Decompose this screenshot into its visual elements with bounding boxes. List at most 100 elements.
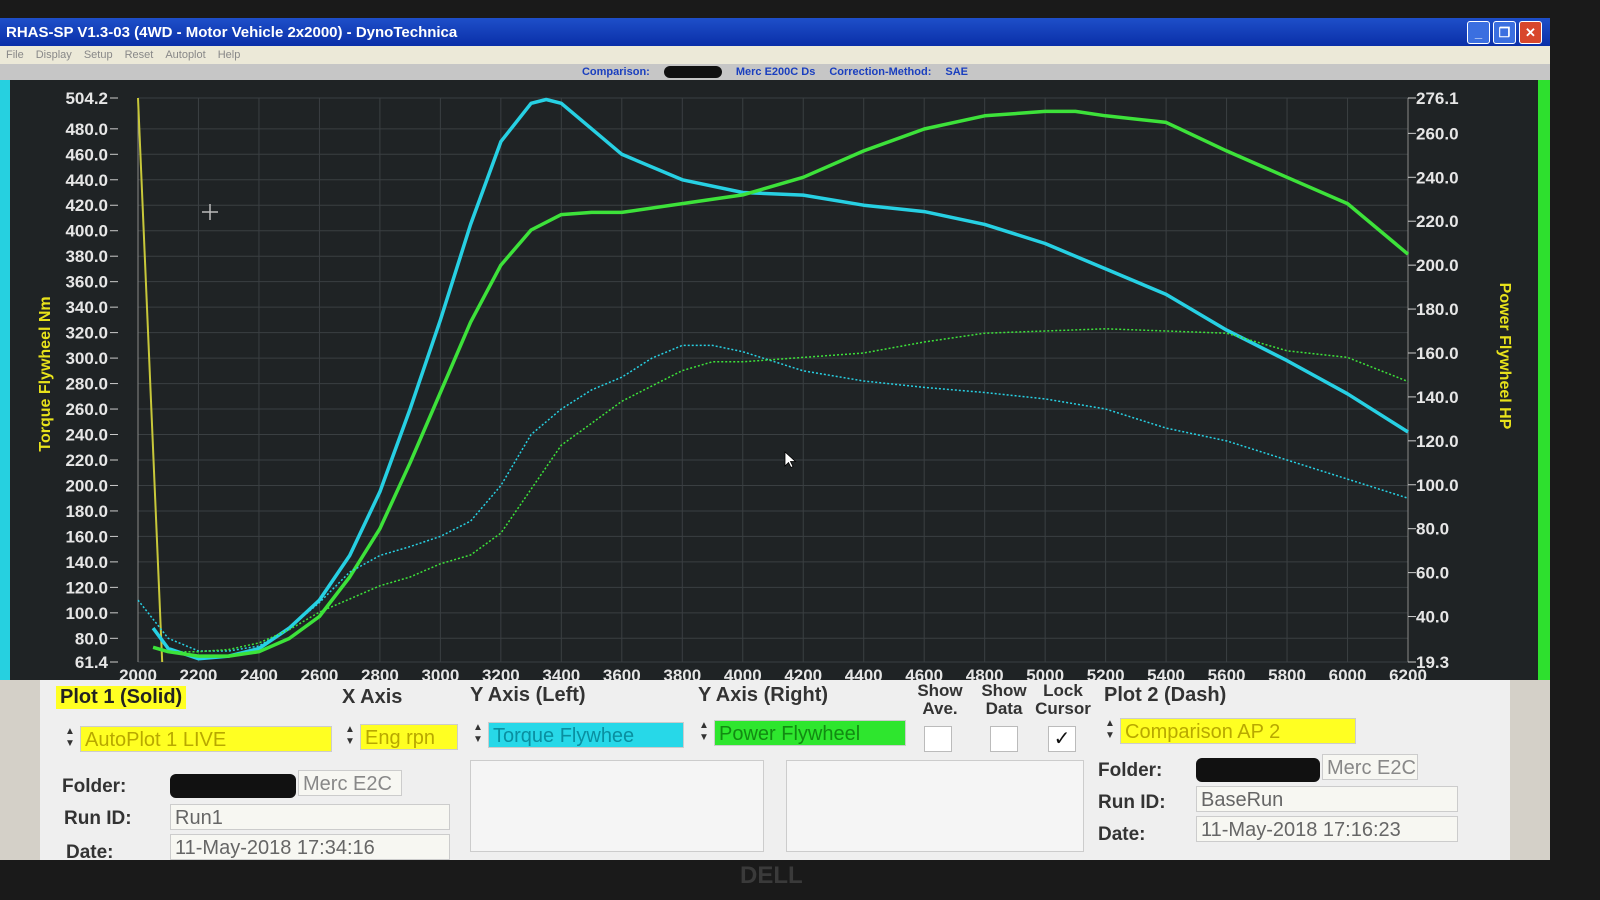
- x-tick-label: 2800: [361, 666, 399, 680]
- show-data-checkbox[interactable]: [990, 726, 1018, 752]
- menu-setup[interactable]: Setup: [84, 49, 113, 61]
- y-left-tick-label: 260.0: [65, 400, 108, 419]
- y-right-tick-label: 240.0: [1416, 168, 1459, 187]
- close-button[interactable]: ✕: [1519, 21, 1542, 44]
- y-left-tick-label: 280.0: [65, 375, 108, 394]
- y-right-tick-label: 60.0: [1416, 564, 1449, 583]
- y-right-tick-label: 80.0: [1416, 520, 1449, 539]
- x-tick-label: 3200: [482, 666, 520, 680]
- y-left-axis-title: Torque Flywheel Nm: [37, 296, 54, 451]
- plot1-runid-label: Run ID:: [64, 808, 132, 829]
- y-left-tick-label: 504.2: [65, 89, 108, 108]
- title-bar: RHAS-SP V1.3-03 (4WD - Motor Vehicle 2x2…: [0, 18, 1550, 46]
- x-tick-label: 3400: [542, 666, 580, 680]
- y-right-tick-label: 220.0: [1416, 212, 1459, 231]
- yright-title: Y Axis (Right): [698, 684, 829, 706]
- x-tick-label: 3600: [603, 666, 641, 680]
- y-left-tick-label: 360.0: [65, 273, 108, 292]
- show-ave-checkbox[interactable]: [924, 726, 952, 752]
- menu-reset[interactable]: Reset: [125, 49, 154, 61]
- yleft-select[interactable]: Torque Flywhee: [488, 722, 684, 748]
- plot1-folder-field[interactable]: Merc E2C: [298, 770, 402, 796]
- menu-autoplot[interactable]: Autoplot: [165, 49, 205, 61]
- y-left-tick-label: 440.0: [65, 171, 108, 190]
- monitor-brand-logo: DELL: [740, 862, 803, 889]
- y-left-tick-label: 340.0: [65, 298, 108, 317]
- plot2-folder-field[interactable]: Merc E2C: [1322, 754, 1418, 780]
- plot2-runid-field[interactable]: BaseRun: [1196, 786, 1458, 812]
- plot1-select[interactable]: AutoPlot 1 LIVE: [80, 726, 332, 752]
- y-right-tick-label: 19.3: [1416, 653, 1449, 672]
- y-right-tick-label: 100.0: [1416, 476, 1459, 495]
- plot2-select[interactable]: Comparison AP 2: [1120, 718, 1356, 744]
- menu-display[interactable]: Display: [36, 49, 72, 61]
- x-tick-label: 5800: [1268, 666, 1306, 680]
- x-tick-label: 4800: [966, 666, 1004, 680]
- left-axis-bar: [0, 80, 10, 680]
- yright-select[interactable]: Power Flywheel: [714, 720, 906, 746]
- redacted-folder: [170, 774, 296, 798]
- x-tick-label: 4600: [905, 666, 943, 680]
- yleft-spinner[interactable]: ▲ ▼: [472, 722, 484, 748]
- y-left-tick-label: 240.0: [65, 426, 108, 445]
- y-right-tick-label: 160.0: [1416, 344, 1459, 363]
- y-left-tick-label: 160.0: [65, 527, 108, 546]
- yright-info-box: [786, 760, 1084, 852]
- x-tick-label: 4400: [845, 666, 883, 680]
- dyno-chart[interactable]: 2000 2200 2400 2600 2800 3000 3200 3400 3600 3800…: [0, 80, 1550, 685]
- yleft-title: Y Axis (Left): [470, 684, 586, 706]
- control-panel: Plot 1 (Solid) X Axis Y Axis (Left) Y Ax…: [40, 680, 1510, 860]
- redacted-block: [663, 66, 722, 78]
- y-right-tick-label: 276.1: [1416, 89, 1459, 108]
- redacted-folder: [1196, 758, 1320, 782]
- y-left-tick-label: 460.0: [65, 145, 108, 164]
- yright-spinner[interactable]: ▲ ▼: [698, 720, 710, 746]
- plot1-runid-field[interactable]: Run1: [170, 804, 450, 830]
- xaxis-select[interactable]: Eng rpn: [360, 724, 458, 750]
- plot-area[interactable]: 2000 2200 2400 2600 2800 3000 3200 3400 3600 3800…: [0, 80, 1550, 685]
- maximize-button[interactable]: ❐: [1493, 21, 1516, 44]
- y-left-tick-label: 380.0: [65, 247, 108, 266]
- menu-help[interactable]: Help: [218, 49, 241, 61]
- y-right-tick-label: 260.0: [1416, 124, 1459, 143]
- plot2-spinner[interactable]: ▲ ▼: [1104, 718, 1116, 744]
- y-left-tick-label: 80.0: [75, 629, 108, 648]
- x-tick-label: 6000: [1329, 666, 1367, 680]
- xaxis-spinner[interactable]: ▲ ▼: [344, 724, 356, 750]
- minimize-button[interactable]: _: [1467, 21, 1490, 44]
- show-ave-label: Show Ave.: [917, 681, 963, 718]
- right-axis-bar: [1538, 80, 1550, 680]
- app-window: RHAS-SP V1.3-03 (4WD - Motor Vehicle 2x2…: [0, 18, 1550, 860]
- x-tick-label: 4200: [784, 666, 822, 680]
- plot1-date-field: 11-May-2018 17:34:16: [170, 834, 450, 860]
- y-left-tick-label: 61.4: [75, 653, 109, 672]
- y-right-tick-label: 200.0: [1416, 256, 1459, 275]
- y-left-tick-label: 180.0: [65, 502, 108, 521]
- y-right-tick-label: 120.0: [1416, 432, 1459, 451]
- monitor-bezel: RHAS-SP V1.3-03 (4WD - Motor Vehicle 2x2…: [0, 0, 1600, 900]
- y-left-tick-label: 300.0: [65, 349, 108, 368]
- y-left-tick-label: 480.0: [65, 120, 108, 139]
- x-tick-label: 2600: [301, 666, 339, 680]
- y-left-tick-label: 400.0: [65, 222, 108, 241]
- info-bar: Comparison: Merc E200C Ds Correction-Met…: [0, 64, 1550, 80]
- x-tick-label: 3000: [421, 666, 459, 680]
- menu-file[interactable]: File: [6, 49, 24, 61]
- x-tick-label: 2400: [240, 666, 278, 680]
- plot1-folder-label: Folder:: [62, 776, 127, 797]
- x-tick-label: 2200: [180, 666, 218, 680]
- lock-cursor-checkbox[interactable]: ✓: [1048, 726, 1076, 752]
- xaxis-title: X Axis: [342, 686, 403, 708]
- menu-bar: File Display Setup Reset Autoplot Help: [0, 46, 1550, 64]
- y-left-tick-label: 220.0: [65, 451, 108, 470]
- y-right-tick-label: 40.0: [1416, 608, 1449, 627]
- x-tick-label: 4000: [724, 666, 762, 680]
- plot1-spinner[interactable]: ▲ ▼: [64, 726, 76, 752]
- plot2-runid-label: Run ID:: [1098, 792, 1166, 813]
- plot2-title: Plot 2 (Dash): [1104, 684, 1227, 706]
- y-right-tick-label: 180.0: [1416, 300, 1459, 319]
- y-right-axis-title: Power Flywheel HP: [1496, 283, 1513, 430]
- y-left-tick-label: 420.0: [65, 196, 108, 215]
- lock-cursor-label: Lock Cursor: [1035, 681, 1091, 718]
- yleft-info-box: [470, 760, 764, 852]
